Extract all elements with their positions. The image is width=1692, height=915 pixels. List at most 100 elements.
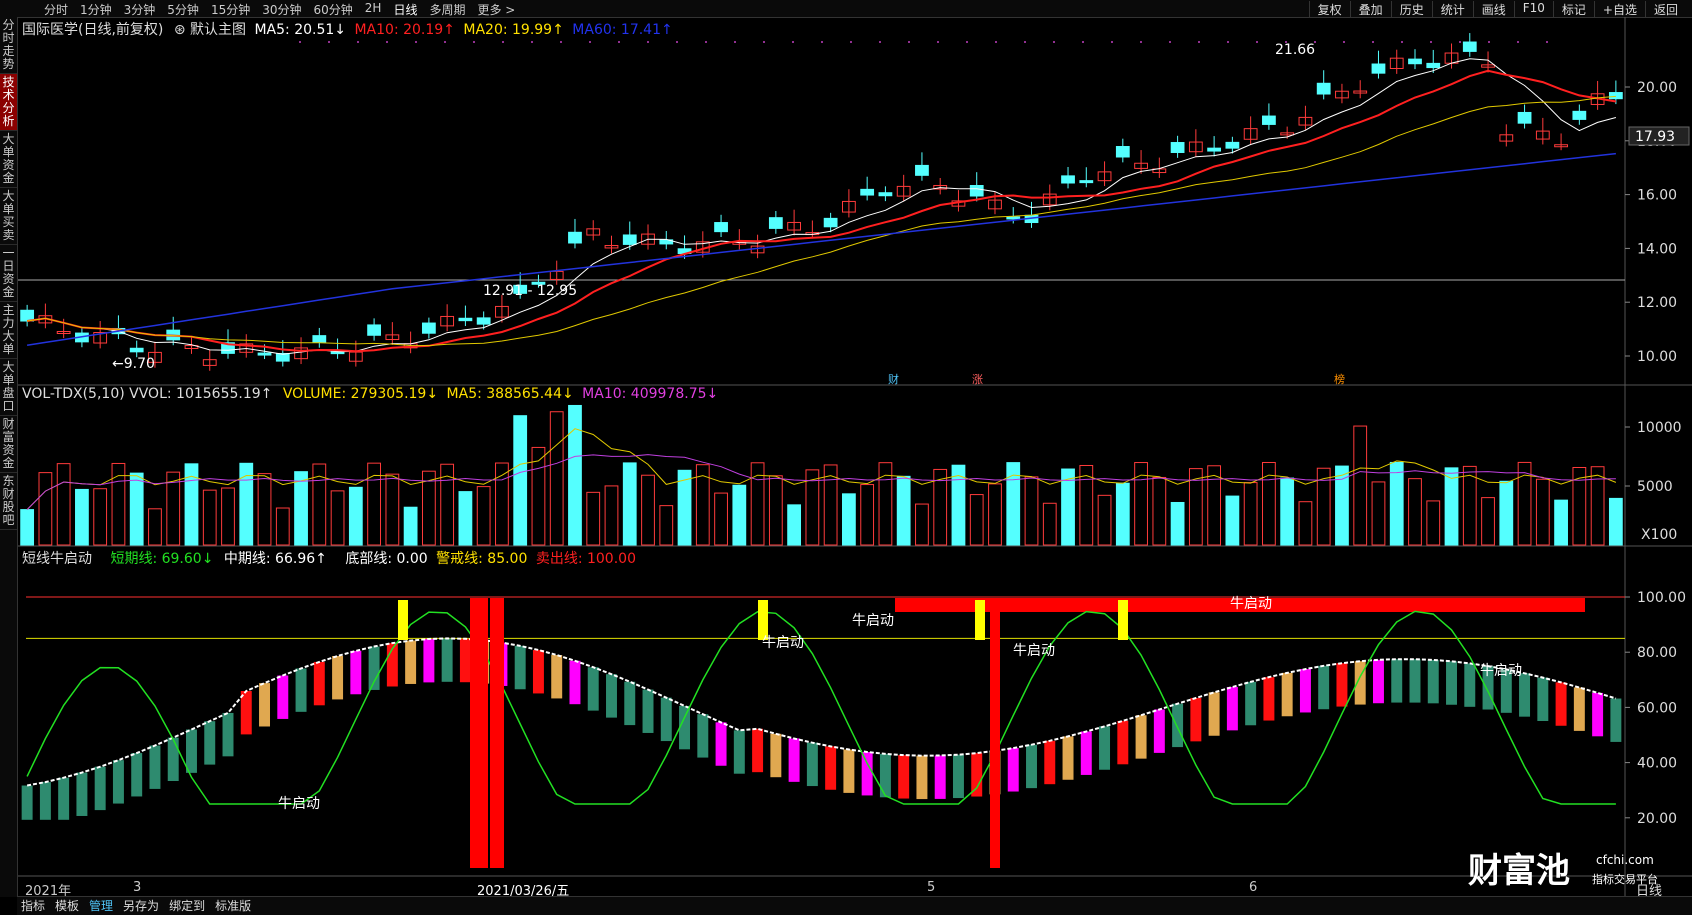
indicator-bar [1336,663,1348,707]
vol-ma5-line [26,428,1617,510]
indicator-bar [898,755,910,799]
signal-dot [792,41,794,43]
buy-signal-bar-1 [490,598,504,868]
signal-dot [531,41,533,43]
volume-bar [1353,425,1368,546]
volume-bar [714,492,728,546]
ma10-line [26,69,1617,353]
signal-dot [995,41,997,43]
signal-dot [1082,41,1084,43]
indicator-bar [1464,663,1476,707]
indicator-bar [1007,748,1019,792]
signal-dot [386,41,388,43]
price-tick-label: 20.00 [1637,80,1677,96]
bottom-tab-0[interactable]: 指标 [21,897,45,915]
signal-dot [1401,41,1403,43]
indicator-bar [131,753,143,797]
stock-title: 国际医学(日线,前复权) [22,22,164,38]
candle-body [768,217,783,229]
logo-url: cfchi.com [1596,853,1654,867]
signal-dot [1430,41,1432,43]
price-tick-label: 12.00 [1637,295,1677,311]
volume-bar [275,507,290,546]
indicator-bar [1208,692,1220,736]
event-marker-1: 涨 [972,373,983,386]
signal-dot [937,41,939,43]
ma20-value: MA20: 19.99↑ [463,22,564,38]
indicator-bar [624,681,636,726]
volume-bar [1243,482,1258,546]
volume-bar [1225,495,1240,546]
x-axis: 2021年 3 2021/03/26/五 5 6 [17,878,1637,899]
ind-short: 短期线: 69.60↓ [110,551,214,567]
indicator-bar [39,782,51,820]
indicator-bar [350,650,362,695]
ind-mid: 中期线: 66.96↑ [223,551,327,567]
signal-dot [1256,41,1258,43]
warn-signal-3 [1118,600,1128,640]
volume-bar [1499,480,1514,546]
indicator-bar [1537,677,1549,722]
volume-bar [148,508,162,546]
candle-body [568,231,582,244]
vol-tick-label: 10000 [1637,420,1682,436]
signal-dot [1488,41,1490,43]
bottom-tab-4[interactable]: 绑定到 [169,897,205,915]
indicator-bar [240,690,252,735]
indicator-bar [1153,709,1165,753]
candle-body [1115,146,1130,158]
ind-title[interactable]: 短线牛启动 [22,551,92,567]
volume-bar [659,505,674,546]
price-tick-label: 10.00 [1637,349,1677,365]
candle-body [1371,63,1386,74]
bull-start-label-0: 牛启动 [278,796,320,812]
candle-body [1608,92,1623,100]
bottom-tab-2[interactable]: 管理 [89,897,113,915]
bottom-tab-5[interactable]: 标准版 [215,897,251,915]
signal-dot [1517,41,1519,43]
candle-body [367,324,381,336]
logo-name: 财富池 [1468,851,1570,891]
template-select[interactable]: ⊛ 默认主图 [174,22,246,38]
signal-dot [1459,41,1461,43]
indicator-bar [149,745,161,789]
candle-body [312,335,327,343]
indicator-bar [259,683,271,727]
indicator-bar [1190,697,1202,742]
price-tick-label: 14.00 [1637,241,1677,257]
volume-bar [202,489,217,546]
bull-start-label-1: 牛启动 [762,635,804,651]
candle-body [878,192,893,197]
indicator-bar [1135,715,1147,759]
warn-signal-1 [758,600,768,640]
indicator-bar [204,721,216,765]
ind-tick-label: 60.00 [1637,700,1677,716]
volume-bar [1554,499,1568,546]
indicator-bar [1281,672,1293,717]
candle-body [1316,82,1331,95]
signal-dot [357,41,359,43]
signal-dot [1343,41,1345,43]
signal-dot [560,41,562,43]
indicator-bar [660,697,672,742]
volume-bar [641,474,655,546]
ind-tick-label: 100.00 [1637,590,1686,606]
signal-dot [763,41,765,43]
warn-signal-0 [398,600,408,640]
volume-bar [915,503,929,546]
candle-body [421,322,436,334]
indicator-bar [1026,744,1037,789]
volume-bar [75,488,89,546]
volume-bar [549,411,564,546]
indicator-bar [1044,740,1056,785]
bottom-tab-1[interactable]: 模板 [55,897,79,915]
ma10-value: MA10: 20.19↑ [354,22,455,38]
stock-chart: 20.0018.0016.0014.0012.0010.0017.9321.66… [18,17,1692,896]
bull-start-label-2: 牛启动 [852,613,894,629]
event-marker-2: 榜 [1334,372,1345,386]
volume-bar [622,462,637,546]
bottom-tab-3[interactable]: 另存为 [123,897,159,915]
candle-body [1517,111,1532,124]
signal-dot [1111,41,1113,43]
vol-title[interactable]: VOL-TDX(5,10) VVOL: 1015655.19↑ [22,386,272,402]
